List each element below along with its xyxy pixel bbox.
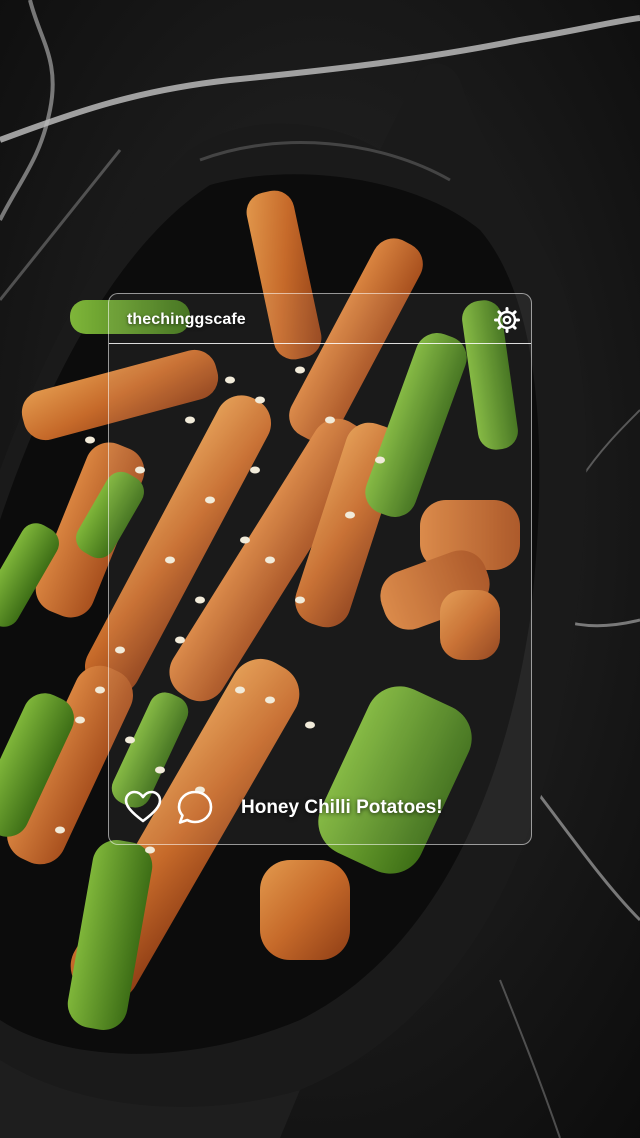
post-header: thechinggscafe (109, 294, 531, 344)
username-label[interactable]: thechinggscafe (127, 311, 246, 329)
gear-icon[interactable] (493, 306, 521, 334)
comment-icon[interactable] (175, 788, 215, 828)
post-caption: Honey Chilli Potatoes! (241, 797, 443, 818)
post-overlay-card: thechinggscafe Honey Chilli Potatoes! (108, 293, 532, 845)
heart-icon[interactable] (123, 788, 163, 828)
post-footer: Honey Chilli Potatoes! (123, 788, 521, 828)
